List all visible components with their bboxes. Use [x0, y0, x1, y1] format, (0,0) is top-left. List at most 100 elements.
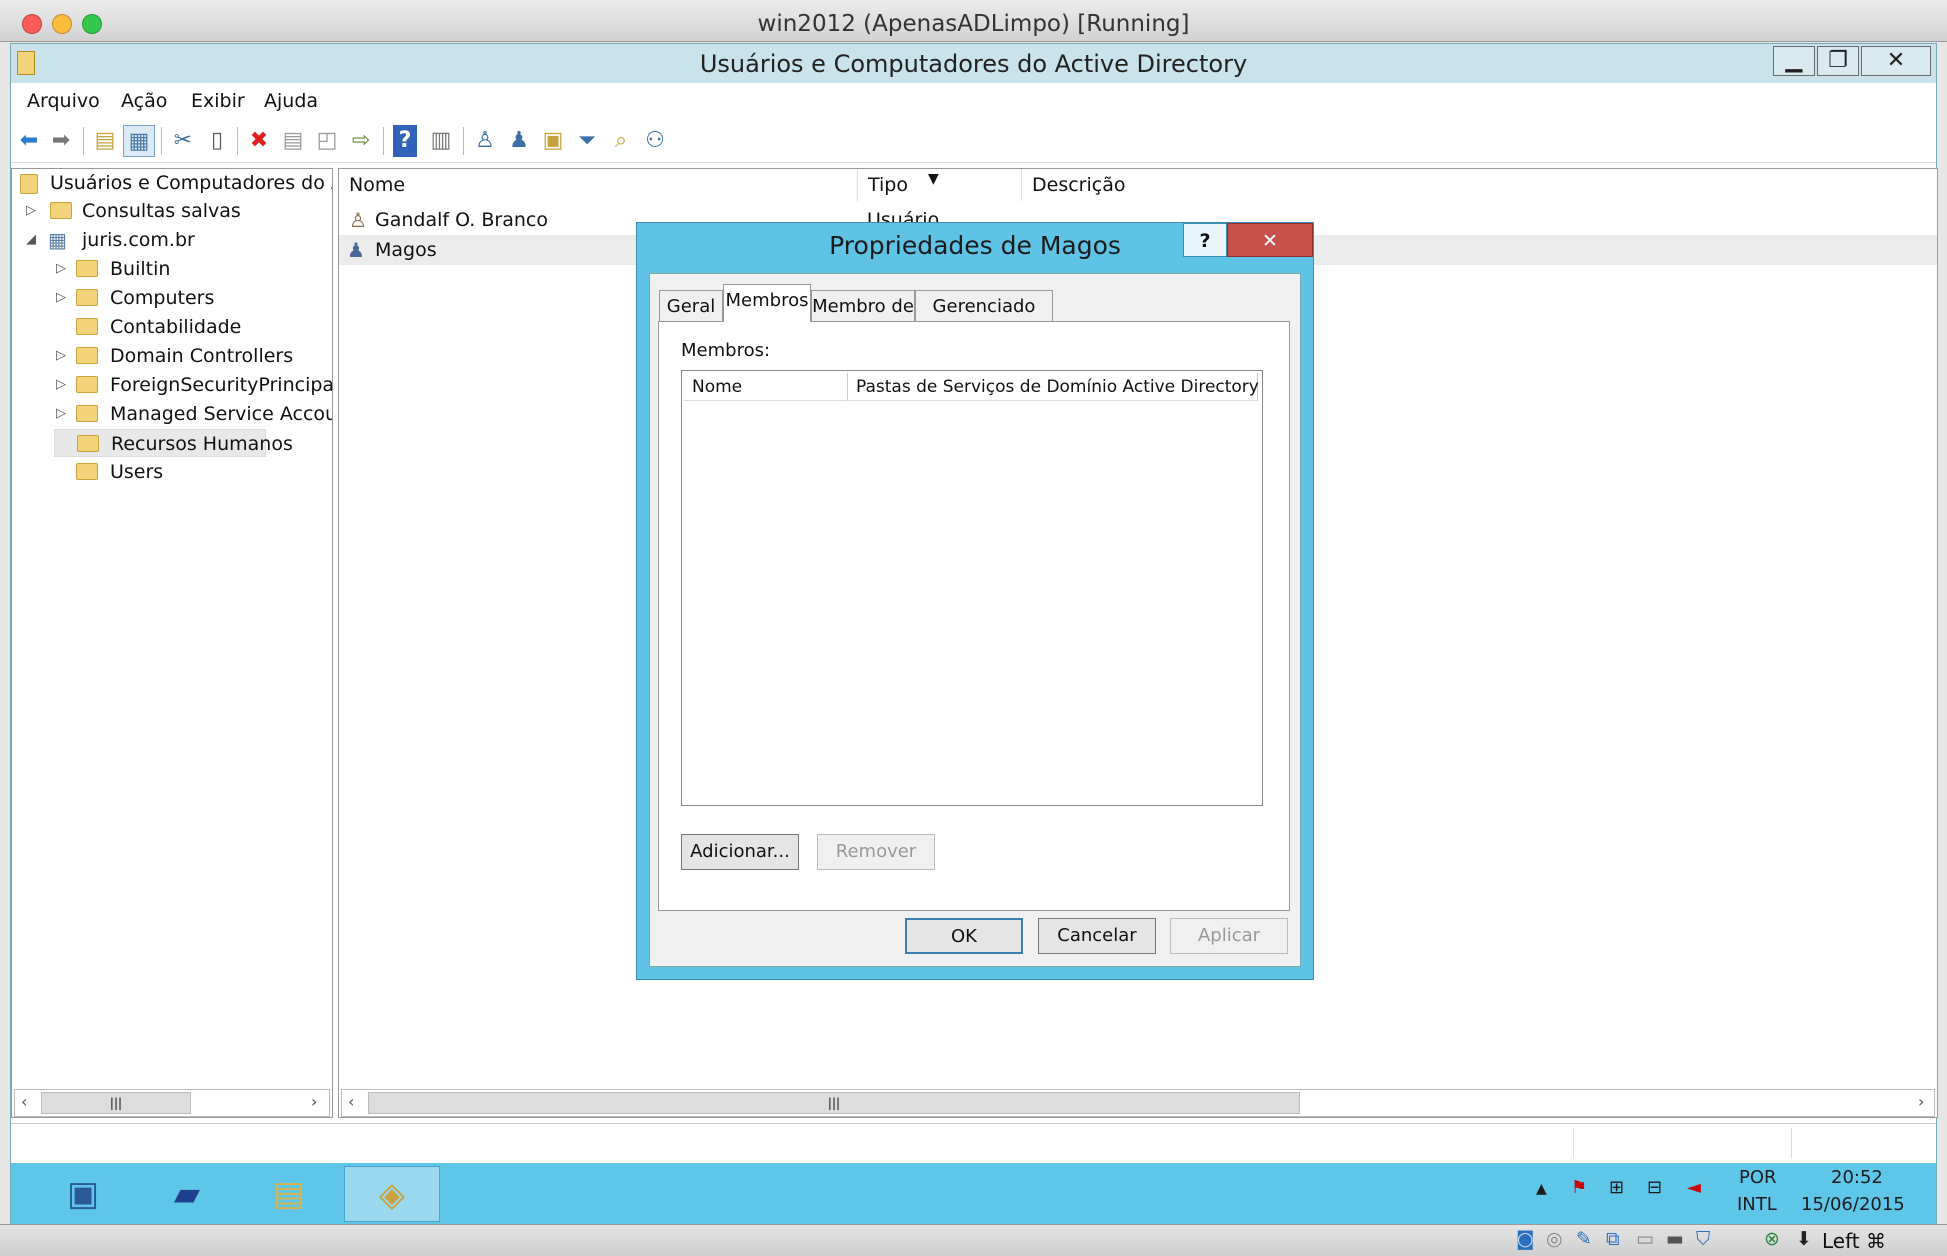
members-column-pastas[interactable]: Pastas de Serviços de Domínio Active Dir… [848, 373, 1259, 401]
aplicar-button[interactable]: Aplicar [1170, 918, 1288, 954]
clock-time[interactable]: 20:52 [1831, 1167, 1883, 1188]
menu-ajuda[interactable]: Ajuda [264, 83, 318, 119]
clock-date[interactable]: 15/06/2015 [1801, 1194, 1905, 1215]
powershell-icon[interactable]: ▰ [139, 1166, 235, 1222]
expand-arrow-icon[interactable]: ▷ [54, 342, 68, 370]
help-icon[interactable]: ? [393, 125, 417, 157]
shared-folders-icon[interactable]: ⧉ [1606, 1228, 1620, 1250]
lang-layout[interactable]: INTL [1737, 1194, 1777, 1215]
usb-icon[interactable]: ✎ [1576, 1228, 1592, 1250]
zoom-traffic-light[interactable] [82, 14, 102, 34]
action-center-icon[interactable]: ⚑ [1571, 1177, 1587, 1198]
properties-icon[interactable]: ▤ [277, 125, 309, 157]
folder-icon [76, 260, 98, 277]
show-hidden-icons[interactable]: ▲ [1536, 1181, 1547, 1197]
minimize-traffic-light[interactable] [52, 14, 72, 34]
console-tree-icon[interactable]: ▦ [123, 125, 155, 157]
scroll-right-icon[interactable]: › [1918, 1092, 1924, 1111]
list-hscrollbar[interactable]: ‹ ||| › [341, 1089, 1935, 1117]
menu-acao[interactable]: Ação [121, 83, 167, 119]
menu-arquivo[interactable]: Arquivo [27, 83, 100, 119]
tab-membro-de[interactable]: Membro de [811, 290, 915, 322]
new-user-icon[interactable]: ♙ [469, 125, 501, 157]
dialog-body: Geral Membros Membro de Gerenciado por M… [649, 273, 1301, 967]
status-divider [1791, 1128, 1792, 1158]
back-icon[interactable]: ⬅ [13, 125, 45, 157]
properties-dialog: Propriedades de Magos ? ✕ Geral Membros … [636, 222, 1314, 980]
expand-arrow-icon[interactable]: ▷ [54, 400, 68, 428]
keyboard-capture-icon[interactable]: ⬇ [1796, 1228, 1812, 1250]
expand-arrow-icon[interactable]: ▷ [54, 284, 68, 312]
lang-code[interactable]: POR [1739, 1167, 1777, 1188]
network-icon[interactable]: ⊞ [1609, 1177, 1624, 1198]
collapse-arrow-icon[interactable]: ◢ [24, 226, 38, 254]
scroll-left-icon[interactable]: ‹ [21, 1092, 27, 1111]
menu-exibir[interactable]: Exibir [191, 83, 245, 119]
hdd-icon[interactable]: ◙ [1516, 1228, 1534, 1250]
file-explorer-icon[interactable]: ▤ [241, 1166, 337, 1222]
expand-arrow-icon[interactable]: ▷ [24, 197, 38, 225]
tree-item-label: Domain Controllers [110, 345, 294, 367]
expand-arrow-icon[interactable]: ▷ [54, 255, 68, 283]
server-manager-icon[interactable]: ▣ [35, 1166, 131, 1222]
filter-icon[interactable]: ⏷ [571, 125, 603, 157]
tree-hscrollbar[interactable]: ‹ ||| › [14, 1089, 330, 1117]
virtualbox-window: win2012 (ApenasADLimpo) [Running] Usuári… [0, 0, 1947, 1256]
new-group-icon[interactable]: ♟ [503, 125, 535, 157]
scroll-right-icon[interactable]: › [311, 1092, 317, 1111]
dialog-close-button[interactable]: ✕ [1227, 223, 1313, 257]
scroll-left-icon[interactable]: ‹ [348, 1092, 354, 1111]
ok-button[interactable]: OK [905, 918, 1023, 954]
column-header-nome[interactable]: Nome [339, 169, 858, 201]
video-capture-icon[interactable]: ▬ [1666, 1228, 1684, 1250]
tab-gerenciado-por[interactable]: Gerenciado por [915, 290, 1053, 349]
delete-icon[interactable]: ✖ [243, 125, 275, 157]
maximize-button[interactable]: ❐ [1817, 46, 1859, 76]
show-action-pane-icon[interactable]: ▥ [425, 125, 457, 157]
members-listview[interactable]: Nome Pastas de Serviços de Domínio Activ… [681, 370, 1263, 806]
scroll-thumb[interactable]: ||| [368, 1092, 1300, 1114]
toolbar-separator [83, 127, 84, 155]
minimize-button[interactable]: ▁ [1773, 46, 1815, 76]
help-button[interactable]: ? [1183, 223, 1227, 257]
expand-arrow-icon[interactable]: ▷ [54, 371, 68, 399]
cut-icon[interactable]: ✂ [167, 125, 199, 157]
aduc-taskbar-icon[interactable]: ◈ [344, 1166, 440, 1222]
toolbar: ⬅ ➡ ▤ ▦ ✂ ▯ ✖ ▤ ◰ ⇨ ? ▥ ♙ ♟ ▣ ⏷ ⌕ ⚇ [11, 119, 1936, 163]
row-name: Gandalf O. Branco [375, 209, 548, 231]
tree-root-label: Usuários e Computadores do Ac [50, 172, 333, 194]
forward-icon[interactable]: ➡ [45, 125, 77, 157]
export-list-icon[interactable]: ⇨ [345, 125, 377, 157]
tab-membros[interactable]: Membros [723, 284, 811, 322]
volume-muted-icon[interactable]: ◄ [1687, 1177, 1701, 1198]
remover-button[interactable]: Remover [817, 834, 935, 870]
members-column-nome[interactable]: Nome [684, 373, 848, 401]
tree-item-label: Managed Service Accour [110, 403, 333, 425]
mouse-integration-icon[interactable]: ⊗ [1764, 1228, 1780, 1250]
refresh-icon[interactable]: ◰ [311, 125, 343, 157]
ou-folder-icon [76, 318, 98, 335]
membros-panel: Membros: Nome Pastas de Serviços de Domí… [658, 321, 1290, 911]
vt-x-icon[interactable]: ⛉ [1696, 1228, 1710, 1250]
tab-geral[interactable]: Geral [659, 290, 723, 322]
cancelar-button[interactable]: Cancelar [1038, 918, 1156, 954]
tree-item-recursos-humanos[interactable]: Recursos Humanos [54, 429, 293, 457]
column-header-descricao[interactable]: Descrição [1022, 169, 1937, 201]
optical-drive-icon[interactable]: ◎ [1546, 1228, 1563, 1250]
tree-item-label: Builtin [110, 258, 171, 280]
display-icon[interactable]: ▭ [1636, 1228, 1654, 1250]
folder-icon [76, 405, 98, 422]
folder-icon [50, 202, 72, 219]
up-folder-icon[interactable]: ▤ [89, 125, 121, 157]
adicionar-button[interactable]: Adicionar... [681, 834, 799, 870]
close-button[interactable]: ✕ [1861, 46, 1931, 76]
add-to-group-icon[interactable]: ⚇ [639, 125, 671, 157]
window-title: Usuários e Computadores do Active Direct… [699, 50, 1248, 78]
copy-icon[interactable]: ▯ [201, 125, 233, 157]
scroll-thumb[interactable]: ||| [41, 1092, 191, 1114]
find-icon[interactable]: ⌕ [605, 125, 637, 157]
new-ou-icon[interactable]: ▣ [537, 125, 569, 157]
column-header-tipo[interactable]: Tipo ▼ [858, 169, 1022, 201]
network-adapter-icon[interactable]: ⊟ [1647, 1177, 1662, 1198]
close-traffic-light[interactable] [22, 14, 42, 34]
